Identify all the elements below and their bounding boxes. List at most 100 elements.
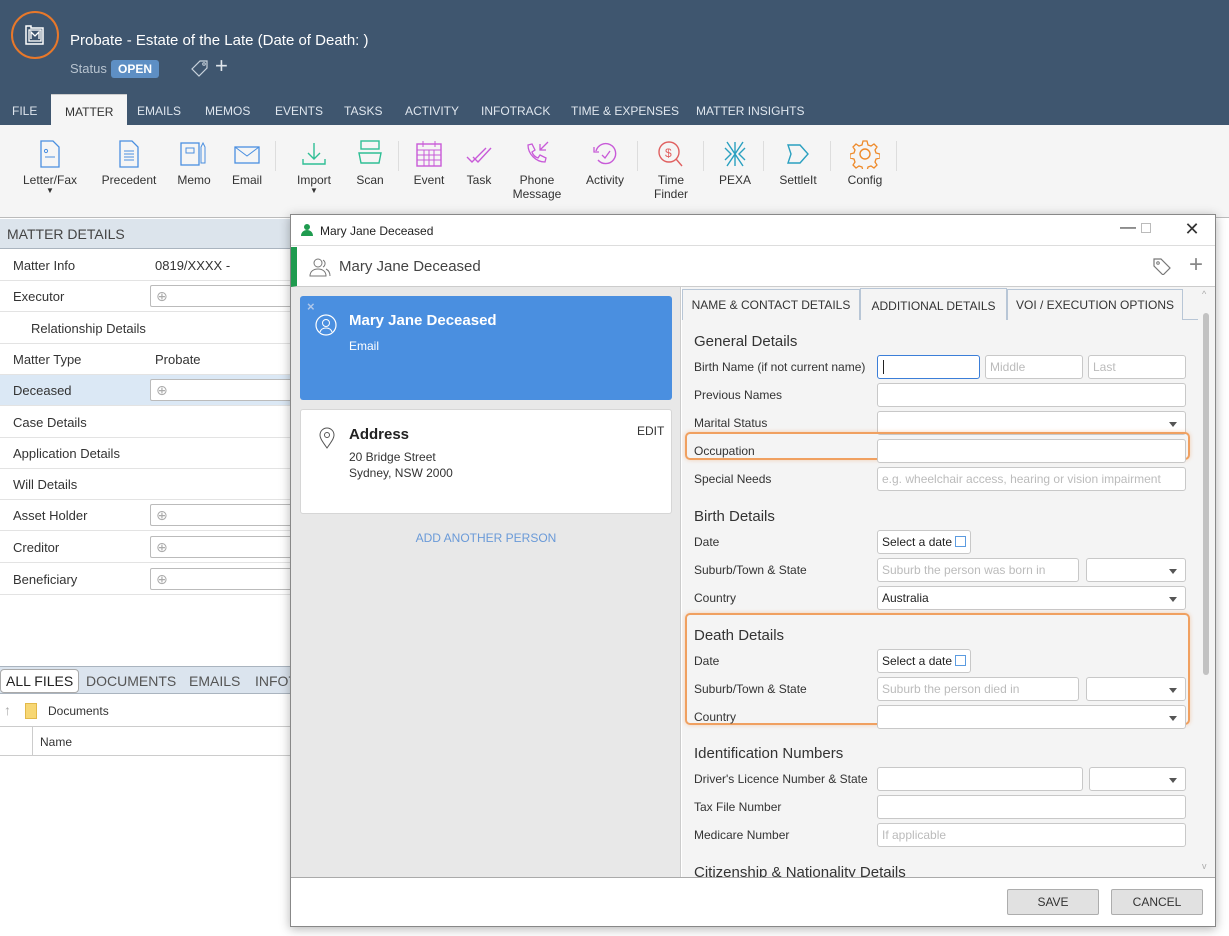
matter-detail-row[interactable]: Deceased ⊕ bbox=[0, 375, 292, 406]
import-button[interactable]: Import ▼ bbox=[293, 139, 335, 195]
death-suburb-input[interactable]: Suburb the person died in bbox=[877, 677, 1079, 701]
label-licence: Driver's Licence Number & State bbox=[694, 772, 868, 786]
tab-additional-details[interactable]: ADDITIONAL DETAILS bbox=[860, 288, 1007, 320]
tax-file-number-input[interactable] bbox=[877, 795, 1186, 819]
menu-matter-insights[interactable]: MATTER INSIGHTS bbox=[696, 94, 804, 125]
label-death-suburb: Suburb/Town & State bbox=[694, 682, 807, 696]
section-general: General Details bbox=[694, 333, 798, 350]
matter-logo[interactable] bbox=[11, 11, 59, 59]
tab-emails[interactable]: EMAILS bbox=[189, 673, 240, 689]
menu-activity[interactable]: ACTIVITY bbox=[405, 94, 459, 125]
add-button[interactable]: + bbox=[1189, 251, 1203, 279]
matter-detail-row[interactable]: Creditor ⊕ bbox=[0, 532, 292, 563]
scan-button[interactable]: Scan bbox=[354, 139, 386, 187]
pexa-button[interactable]: PEXA bbox=[718, 139, 752, 187]
matter-detail-row[interactable]: Matter Type Probate bbox=[0, 344, 292, 375]
matter-detail-row[interactable]: Beneficiary ⊕ bbox=[0, 564, 292, 595]
matter-detail-row[interactable]: Matter Info 0819/XXXX - bbox=[0, 250, 292, 281]
matter-detail-row[interactable]: Will Details bbox=[0, 469, 292, 500]
scrollbar-thumb[interactable] bbox=[1203, 313, 1209, 675]
column-name[interactable]: Name bbox=[40, 735, 72, 749]
tab-name-contact[interactable]: NAME & CONTACT DETAILS bbox=[682, 289, 860, 320]
precedent-button[interactable]: Precedent bbox=[100, 139, 158, 187]
licence-number-input[interactable] bbox=[877, 767, 1083, 791]
menu-time-expenses[interactable]: TIME & EXPENSES bbox=[571, 94, 679, 125]
settleit-button[interactable]: SettleIt bbox=[778, 139, 818, 187]
menu-matter[interactable]: MATTER bbox=[51, 94, 128, 125]
label-birth-name: Birth Name (if not current name) bbox=[694, 360, 866, 374]
task-button[interactable]: Task bbox=[462, 139, 496, 187]
add-entry-field[interactable]: ⊕ bbox=[150, 568, 292, 590]
tab-documents[interactable]: DOCUMENTS bbox=[86, 673, 176, 689]
death-date-picker[interactable]: Select a date bbox=[877, 649, 972, 673]
add-circle-icon[interactable]: ⊕ bbox=[156, 571, 168, 588]
birth-suburb-input[interactable]: Suburb the person was born in bbox=[877, 558, 1079, 582]
scroll-down-icon[interactable]: v bbox=[1202, 861, 1207, 871]
add-circle-icon[interactable]: ⊕ bbox=[156, 507, 168, 524]
matter-detail-row[interactable]: Relationship Details bbox=[0, 313, 292, 344]
ribbon-separator bbox=[703, 141, 704, 171]
death-state-select[interactable] bbox=[1086, 677, 1186, 701]
tag-icon[interactable] bbox=[1153, 257, 1171, 275]
matter-detail-row[interactable]: Asset Holder ⊕ bbox=[0, 500, 292, 531]
birth-country-select[interactable]: Australia bbox=[877, 586, 1186, 610]
medicare-number-input[interactable]: If applicable bbox=[877, 823, 1186, 847]
menu-events[interactable]: EVENTS bbox=[275, 94, 323, 125]
remove-icon[interactable]: × bbox=[307, 299, 315, 314]
occupation-input[interactable] bbox=[877, 439, 1186, 463]
calendar-icon bbox=[955, 536, 967, 547]
add-circle-icon[interactable]: ⊕ bbox=[156, 539, 168, 556]
menu-tasks[interactable]: TASKS bbox=[344, 94, 382, 125]
birth-state-select[interactable] bbox=[1086, 558, 1186, 582]
licence-state-select[interactable] bbox=[1089, 767, 1186, 791]
phone-message-button[interactable]: Phone Message bbox=[510, 139, 564, 201]
menu-emails[interactable]: EMAILS bbox=[137, 94, 181, 125]
tag-icon[interactable] bbox=[191, 59, 209, 80]
up-arrow-icon[interactable]: ↑ bbox=[4, 702, 11, 718]
matter-detail-row[interactable]: Executor ⊕ bbox=[0, 281, 292, 312]
add-tag-button[interactable]: + bbox=[215, 55, 228, 77]
menu-infotrack[interactable]: INFOTRACK bbox=[481, 94, 550, 125]
add-circle-icon[interactable]: ⊕ bbox=[156, 382, 168, 399]
matter-detail-value: Probate bbox=[155, 352, 201, 367]
add-another-person-link[interactable]: ADD ANOTHER PERSON bbox=[291, 531, 681, 545]
email-button[interactable]: Email bbox=[229, 139, 265, 187]
matter-detail-row[interactable]: Application Details bbox=[0, 438, 292, 469]
form-scrollbar[interactable]: ^ v bbox=[1198, 287, 1215, 877]
birth-date-picker[interactable]: Select a date bbox=[877, 530, 972, 554]
maximize-button[interactable] bbox=[1131, 219, 1161, 241]
add-entry-field[interactable]: ⊕ bbox=[150, 285, 292, 307]
close-button[interactable]: ✕ bbox=[1177, 219, 1207, 241]
tab-voi-execution[interactable]: VOI / EXECUTION OPTIONS bbox=[1007, 289, 1183, 320]
save-button[interactable]: SAVE bbox=[1007, 889, 1099, 915]
event-button[interactable]: Event bbox=[412, 139, 446, 187]
menu-memos[interactable]: MEMOS bbox=[205, 94, 250, 125]
edit-address-button[interactable]: EDIT bbox=[637, 424, 664, 438]
menu-file[interactable]: FILE bbox=[12, 94, 37, 125]
scroll-up-icon[interactable]: ^ bbox=[1202, 289, 1206, 299]
birth-middle-name-input[interactable]: Middle bbox=[985, 355, 1083, 379]
matter-detail-row[interactable]: Case Details bbox=[0, 407, 292, 438]
time-finder-button[interactable]: $ Time Finder bbox=[652, 139, 690, 201]
section-death: Death Details bbox=[694, 627, 785, 644]
birth-first-name-input[interactable] bbox=[877, 355, 980, 379]
death-country-select[interactable] bbox=[877, 705, 1186, 729]
config-button[interactable]: Config bbox=[845, 139, 885, 187]
add-entry-field[interactable]: ⊕ bbox=[150, 379, 292, 401]
cancel-button[interactable]: CANCEL bbox=[1111, 889, 1203, 915]
person-card[interactable]: × Mary Jane Deceased Email bbox=[300, 296, 672, 400]
dialog-window-title: Mary Jane Deceased bbox=[320, 224, 434, 238]
letter-fax-button[interactable]: Letter/Fax ▼ bbox=[22, 139, 78, 195]
previous-names-input[interactable] bbox=[877, 383, 1186, 407]
memo-button[interactable]: Memo bbox=[174, 139, 214, 187]
birth-last-name-input[interactable]: Last bbox=[1088, 355, 1186, 379]
add-circle-icon[interactable]: ⊕ bbox=[156, 288, 168, 305]
folder-name[interactable]: Documents bbox=[48, 704, 109, 718]
dialog-titlebar: Mary Jane Deceased — ✕ bbox=[291, 215, 1215, 246]
tab-all-files[interactable]: ALL FILES bbox=[0, 669, 80, 693]
add-entry-field[interactable]: ⊕ bbox=[150, 504, 292, 526]
activity-button[interactable]: Activity bbox=[582, 139, 628, 187]
special-needs-input[interactable]: e.g. wheelchair access, hearing or visio… bbox=[877, 467, 1186, 491]
status-badge[interactable]: OPEN bbox=[111, 60, 160, 78]
add-entry-field[interactable]: ⊕ bbox=[150, 536, 292, 558]
